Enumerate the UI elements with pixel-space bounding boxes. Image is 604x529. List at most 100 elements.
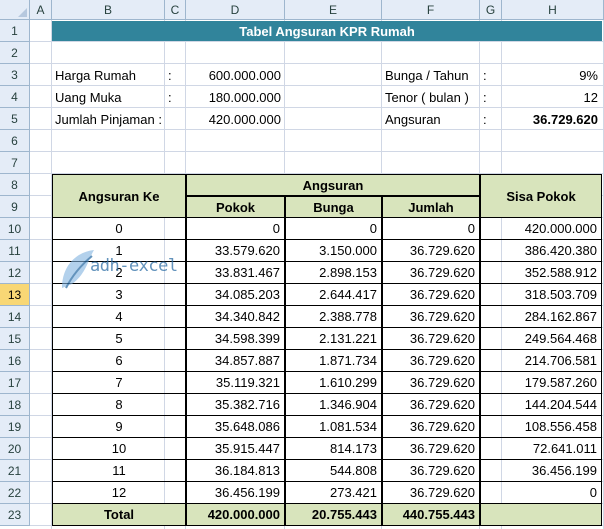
sisa-pokok-cell[interactable]: 179.587.260	[480, 371, 602, 394]
column-header-b[interactable]: B	[52, 0, 165, 20]
header-angsuran-ke[interactable]: Angsuran Ke	[52, 174, 186, 218]
row-header-23[interactable]: 23	[0, 504, 30, 526]
row-header-10[interactable]: 10	[0, 218, 30, 240]
harga-rumah-value[interactable]: 600.000.000	[186, 64, 285, 86]
angsuran-ke-cell[interactable]: 11	[52, 459, 186, 482]
row-header-4[interactable]: 4	[0, 86, 30, 108]
row-header-1[interactable]: 1	[0, 20, 30, 42]
row-header-8[interactable]: 8	[0, 174, 30, 196]
header-jumlah[interactable]: Jumlah	[382, 196, 480, 218]
sisa-pokok-cell[interactable]: 0	[480, 481, 602, 504]
angsuran-ke-cell[interactable]: 4	[52, 305, 186, 328]
jumlah-cell[interactable]: 36.729.620	[382, 305, 480, 328]
sisa-pokok-cell[interactable]: 284.162.867	[480, 305, 602, 328]
total-bunga[interactable]: 20.755.443	[285, 503, 382, 526]
row-header-16[interactable]: 16	[0, 350, 30, 372]
uang-muka-label[interactable]: Uang Muka	[52, 86, 182, 108]
sisa-pokok-cell[interactable]: 318.503.709	[480, 283, 602, 306]
row-header-19[interactable]: 19	[0, 416, 30, 438]
jumlah-cell[interactable]: 36.729.620	[382, 481, 480, 504]
sisa-pokok-cell[interactable]: 214.706.581	[480, 349, 602, 372]
jumlah-cell[interactable]: 36.729.620	[382, 239, 480, 262]
bunga-cell[interactable]: 3.150.000	[285, 239, 382, 262]
column-header-f[interactable]: F	[382, 0, 480, 20]
column-header-h[interactable]: H	[502, 0, 604, 20]
bunga-cell[interactable]: 544.808	[285, 459, 382, 482]
column-header-d[interactable]: D	[186, 0, 285, 20]
spreadsheet-grid[interactable]: A B C D E F G H 1 2 3 4 5 6 7 8 9 10 11 12 13 14 15 16 17 18 19 20 2…	[0, 0, 604, 529]
row-header-21[interactable]: 21	[0, 460, 30, 482]
row-header-20[interactable]: 20	[0, 438, 30, 460]
row-header-17[interactable]: 17	[0, 372, 30, 394]
tenor-label[interactable]: Tenor ( bulan )	[382, 86, 480, 108]
header-pokok[interactable]: Pokok	[186, 196, 285, 218]
sisa-pokok-cell[interactable]: 352.588.912	[480, 261, 602, 284]
sisa-pokok-cell[interactable]: 144.204.544	[480, 393, 602, 416]
pokok-cell[interactable]: 36.456.199	[186, 481, 285, 504]
row-header-11[interactable]: 11	[0, 240, 30, 262]
harga-rumah-label[interactable]: Harga Rumah	[52, 64, 182, 86]
jumlah-cell[interactable]: 36.729.620	[382, 459, 480, 482]
row-header-3[interactable]: 3	[0, 64, 30, 86]
angsuran-label[interactable]: Angsuran	[382, 108, 480, 130]
bunga-tahun-colon[interactable]: :	[480, 64, 502, 86]
jumlah-pinjaman-label[interactable]: Jumlah Pinjaman :	[52, 108, 186, 130]
angsuran-ke-cell[interactable]: 9	[52, 415, 186, 438]
uang-muka-colon[interactable]: :	[165, 86, 186, 108]
pokok-cell[interactable]: 34.340.842	[186, 305, 285, 328]
angsuran-ke-cell[interactable]: 0	[52, 217, 186, 240]
jumlah-cell[interactable]: 36.729.620	[382, 415, 480, 438]
jumlah-cell[interactable]: 36.729.620	[382, 261, 480, 284]
angsuran-ke-cell[interactable]: 8	[52, 393, 186, 416]
row-header-9[interactable]: 9	[0, 196, 30, 218]
tenor-colon[interactable]: :	[480, 86, 502, 108]
bunga-cell[interactable]: 1.081.534	[285, 415, 382, 438]
jumlah-cell[interactable]: 36.729.620	[382, 371, 480, 394]
angsuran-ke-cell[interactable]: 7	[52, 371, 186, 394]
row-header-14[interactable]: 14	[0, 306, 30, 328]
jumlah-cell[interactable]: 36.729.620	[382, 393, 480, 416]
total-pokok[interactable]: 420.000.000	[186, 503, 285, 526]
pokok-cell[interactable]: 35.382.716	[186, 393, 285, 416]
bunga-cell[interactable]: 1.871.734	[285, 349, 382, 372]
total-sisa-pokok-empty[interactable]	[480, 503, 602, 526]
column-header-e[interactable]: E	[285, 0, 382, 20]
sisa-pokok-cell[interactable]: 386.420.380	[480, 239, 602, 262]
jumlah-cell[interactable]: 36.729.620	[382, 327, 480, 350]
column-header-c[interactable]: C	[165, 0, 186, 20]
bunga-cell[interactable]: 0	[285, 217, 382, 240]
bunga-cell[interactable]: 1.610.299	[285, 371, 382, 394]
angsuran-colon[interactable]: :	[480, 108, 502, 130]
header-bunga[interactable]: Bunga	[285, 196, 382, 218]
row-header-6[interactable]: 6	[0, 130, 30, 152]
row-header-7[interactable]: 7	[0, 152, 30, 174]
row-header-5[interactable]: 5	[0, 108, 30, 130]
sisa-pokok-cell[interactable]: 108.556.458	[480, 415, 602, 438]
angsuran-ke-cell[interactable]: 12	[52, 481, 186, 504]
sisa-pokok-cell[interactable]: 420.000.000	[480, 217, 602, 240]
header-angsuran[interactable]: Angsuran	[186, 174, 480, 196]
angsuran-ke-cell[interactable]: 10	[52, 437, 186, 460]
sisa-pokok-cell[interactable]: 249.564.468	[480, 327, 602, 350]
jumlah-cell[interactable]: 36.729.620	[382, 437, 480, 460]
uang-muka-value[interactable]: 180.000.000	[186, 86, 285, 108]
bunga-tahun-label[interactable]: Bunga / Tahun	[382, 64, 480, 86]
bunga-cell[interactable]: 2.131.221	[285, 327, 382, 350]
pokok-cell[interactable]: 36.184.813	[186, 459, 285, 482]
sheet-title[interactable]: Tabel Angsuran KPR Rumah	[52, 21, 602, 41]
row-header-13[interactable]: 13	[0, 284, 30, 306]
bunga-cell[interactable]: 814.173	[285, 437, 382, 460]
column-header-g[interactable]: G	[480, 0, 502, 20]
column-header-a[interactable]: A	[30, 0, 52, 20]
header-sisa-pokok[interactable]: Sisa Pokok	[480, 174, 602, 218]
total-jumlah[interactable]: 440.755.443	[382, 503, 480, 526]
bunga-cell[interactable]: 2.644.417	[285, 283, 382, 306]
angsuran-ke-cell[interactable]: 6	[52, 349, 186, 372]
bunga-tahun-value[interactable]: 9%	[502, 64, 602, 86]
row-header-12[interactable]: 12	[0, 262, 30, 284]
pokok-cell[interactable]: 34.598.399	[186, 327, 285, 350]
pokok-cell[interactable]: 0	[186, 217, 285, 240]
bunga-cell[interactable]: 2.898.153	[285, 261, 382, 284]
sisa-pokok-cell[interactable]: 36.456.199	[480, 459, 602, 482]
pokok-cell[interactable]: 34.857.887	[186, 349, 285, 372]
